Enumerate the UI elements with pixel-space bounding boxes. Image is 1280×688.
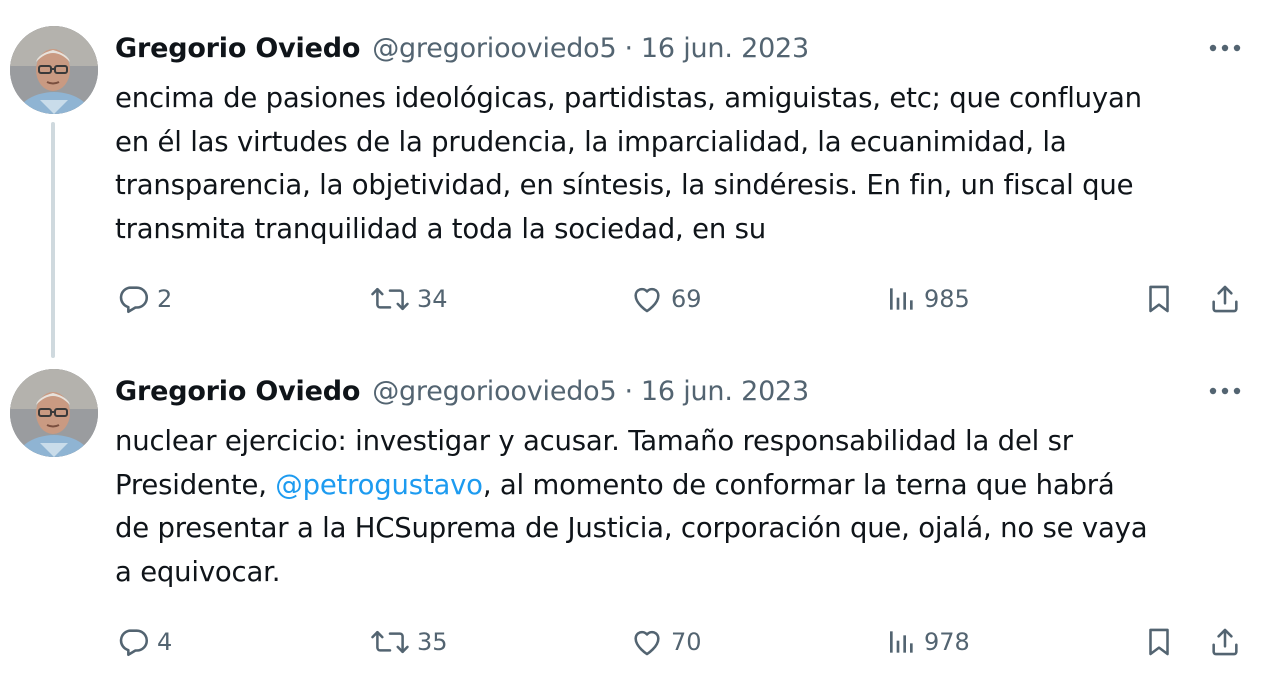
reply-button[interactable]: 4 xyxy=(117,619,172,665)
views-icon xyxy=(890,288,913,310)
tweet-text-line: de presentar a la HCSuprema de Justicia,… xyxy=(115,512,1148,544)
author-name[interactable]: Gregorio Oviedo xyxy=(115,376,360,407)
tweet-text-line: nuclear ejercicio: investigar y acusar. … xyxy=(115,425,1073,457)
reply-button[interactable]: 2 xyxy=(117,276,172,322)
reply-icon xyxy=(119,629,149,657)
separator-dot: · xyxy=(624,375,633,407)
views-button[interactable]: 978 xyxy=(886,619,970,665)
reply-count: 4 xyxy=(157,628,173,656)
tweet-text-line: transmita tranquilidad a toda la socieda… xyxy=(115,212,766,245)
tweet-header: Gregorio Oviedo @gregoriooviedo5 · 16 ju… xyxy=(115,28,809,68)
tweet-text-line: encima de pasiones ideológicas, partidis… xyxy=(115,82,1142,114)
bookmark-icon xyxy=(1149,628,1169,656)
views-icon xyxy=(890,631,913,653)
retweet-icon xyxy=(371,287,409,311)
more-icon xyxy=(1209,387,1241,395)
tweet-date[interactable]: 16 jun. 2023 xyxy=(641,33,809,64)
author-handle[interactable]: @gregoriooviedo5 xyxy=(372,376,616,407)
author-name[interactable]: Gregorio Oviedo xyxy=(115,33,360,64)
avatar[interactable] xyxy=(10,26,98,114)
avatar-photo xyxy=(10,26,98,114)
tweet-text: nuclear ejercicio: investigar y acusar. … xyxy=(115,420,1265,594)
like-button[interactable]: 69 xyxy=(629,276,702,322)
tweet-header: Gregorio Oviedo @gregoriooviedo5 · 16 ju… xyxy=(115,371,809,411)
more-button[interactable] xyxy=(1208,36,1242,60)
retweet-button[interactable]: 35 xyxy=(369,619,448,665)
reply-count: 2 xyxy=(157,285,173,313)
bookmark-button[interactable] xyxy=(1142,619,1176,665)
tweet-text-line: en él las virtudes de la prudencia, la i… xyxy=(115,125,1067,158)
like-button[interactable]: 70 xyxy=(629,619,702,665)
more-button[interactable] xyxy=(1208,379,1242,403)
reply-icon xyxy=(119,286,149,314)
heart-icon xyxy=(634,287,660,313)
views-count: 985 xyxy=(924,285,970,313)
tweet-text-line: Presidente, @petrogustavo, al momento de… xyxy=(115,464,1265,508)
tweet-text-line: a equivocar. xyxy=(115,555,281,588)
more-icon xyxy=(1209,44,1241,52)
views-button[interactable]: 985 xyxy=(886,276,970,322)
bookmark-icon xyxy=(1149,285,1169,313)
retweet-button[interactable]: 34 xyxy=(369,276,448,322)
retweet-icon xyxy=(371,630,409,654)
thread-connector-line xyxy=(51,122,55,358)
tweet-date[interactable]: 16 jun. 2023 xyxy=(641,376,809,407)
share-icon xyxy=(1212,628,1238,656)
tweet-actions: 2 34 69 985 xyxy=(0,276,1280,322)
text-segment: Presidente, xyxy=(115,468,276,501)
text-segment: , al momento de conformar la terna que h… xyxy=(482,468,1115,501)
separator-dot: · xyxy=(624,32,633,64)
share-button[interactable] xyxy=(1208,276,1242,322)
like-count: 69 xyxy=(671,285,702,313)
tweet-text: encima de pasiones ideológicas, partidis… xyxy=(115,77,1265,251)
author-handle[interactable]: @gregoriooviedo5 xyxy=(372,33,616,64)
like-count: 70 xyxy=(671,628,702,656)
tweet-text-line: transparencia, la objetividad, en síntes… xyxy=(115,169,1134,201)
tweet-actions: 4 35 70 978 xyxy=(0,619,1280,665)
heart-icon xyxy=(634,630,660,656)
share-button[interactable] xyxy=(1208,619,1242,665)
retweet-count: 34 xyxy=(417,285,448,313)
mention-link[interactable]: @petrogustavo xyxy=(275,469,483,501)
retweet-count: 35 xyxy=(417,628,448,656)
avatar-photo xyxy=(10,369,98,457)
views-count: 978 xyxy=(924,628,970,656)
share-icon xyxy=(1212,285,1238,313)
bookmark-button[interactable] xyxy=(1142,276,1176,322)
avatar[interactable] xyxy=(10,369,98,457)
